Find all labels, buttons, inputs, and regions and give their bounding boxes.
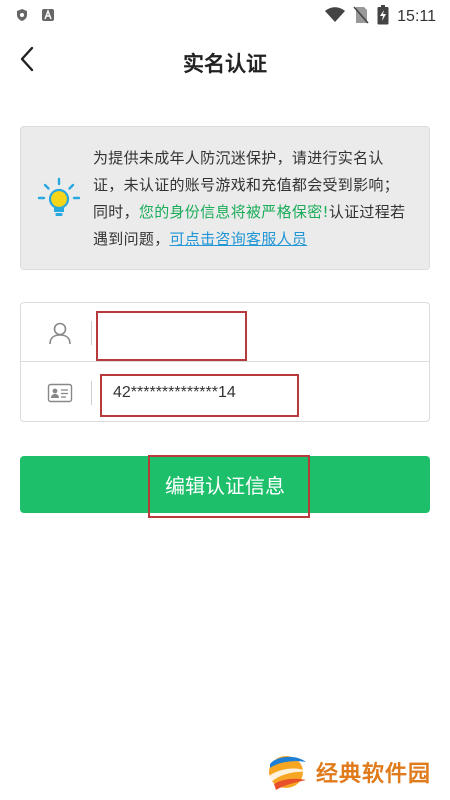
watermark-text: 经典软件园	[316, 762, 432, 787]
app-a-icon	[40, 7, 56, 23]
name-row	[21, 303, 429, 362]
field-divider	[91, 321, 92, 345]
watermark-logo-icon	[266, 752, 310, 792]
edit-verification-button[interactable]: 编辑认证信息	[20, 456, 430, 513]
field-divider	[91, 381, 92, 405]
id-number-input[interactable]	[113, 363, 413, 422]
watermark: 经典软件园	[266, 752, 431, 792]
id-card-icon	[47, 380, 73, 406]
app-header: 实名认证	[0, 30, 450, 92]
page-title: 实名认证	[183, 52, 267, 76]
user-icon	[47, 320, 73, 346]
shield-icon	[14, 7, 30, 23]
contact-support-link[interactable]: 可点击咨询客服人员	[170, 230, 308, 248]
status-bar: 15:11	[0, 0, 450, 30]
notice-text: 为提供未成年人防沉迷保护，请进行实名认证，未认证的账号游戏和充值都会受到影响；同…	[93, 145, 411, 253]
wifi-icon	[325, 7, 346, 27]
battery-charging-icon	[377, 5, 389, 29]
no-sim-icon	[353, 6, 369, 28]
clock: 15:11	[397, 8, 436, 25]
notice-box: 为提供未成年人防沉迷保护，请进行实名认证，未认证的账号游戏和充值都会受到影响；同…	[20, 126, 430, 270]
lightbulb-icon	[37, 177, 81, 221]
id-row	[21, 363, 429, 422]
auth-form	[20, 302, 430, 422]
name-input[interactable]	[113, 303, 413, 362]
privacy-highlight: 您的身份信息将被严格保密!	[138, 203, 329, 221]
